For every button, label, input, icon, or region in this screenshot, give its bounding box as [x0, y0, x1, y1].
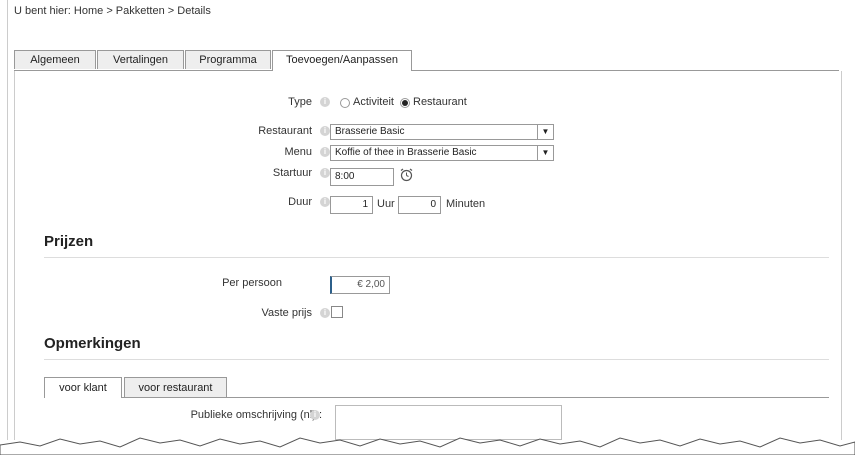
per-persoon-input[interactable]: € 2,00 — [330, 276, 390, 294]
menu-select-value: Koffie of thee in Brasserie Basic — [335, 147, 477, 158]
divider — [44, 359, 829, 360]
subtab-voor-restaurant[interactable]: voor restaurant — [124, 377, 227, 397]
tab-programma[interactable]: Programma — [185, 50, 271, 69]
info-icon: i — [320, 126, 330, 136]
radio-activiteit-label: Activiteit — [353, 96, 394, 108]
duur-minutes-input[interactable]: 0 — [398, 196, 441, 214]
duur-label: Duur — [288, 196, 312, 208]
tab-content: Type i Activiteit Restaurant Restaurant … — [14, 71, 842, 440]
startuur-input[interactable]: 8:00 — [330, 168, 394, 186]
chevron-down-icon: ▼ — [537, 125, 553, 139]
duur-minutes-unit: Minuten — [446, 198, 486, 210]
public-desc-label: Publieke omschrijving (nl) : — [190, 409, 322, 421]
alarm-clock-icon[interactable] — [400, 168, 413, 182]
breadcrumb: U bent hier: Home > Pakketten > Details — [14, 5, 211, 17]
duur-hours-input[interactable]: 1 — [330, 196, 373, 214]
main-tabs: Algemeen Vertalingen Programma Toevoegen… — [14, 50, 839, 71]
per-persoon-label: Per persoon — [222, 277, 282, 289]
info-icon: i — [320, 147, 330, 157]
chevron-down-icon: ▼ — [537, 146, 553, 160]
info-icon: i — [320, 197, 330, 207]
info-icon: i — [320, 308, 330, 318]
radio-activiteit[interactable] — [340, 98, 350, 108]
restaurant-label: Restaurant — [258, 125, 312, 137]
vaste-prijs-checkbox[interactable] — [331, 306, 343, 318]
info-icon: i — [310, 410, 320, 420]
vaste-prijs-label: Vaste prijs — [261, 307, 312, 319]
startuur-label: Startuur — [272, 167, 312, 179]
radio-restaurant-label: Restaurant — [413, 96, 467, 108]
menu-label: Menu — [284, 146, 312, 158]
type-label: Type — [288, 96, 312, 108]
radio-restaurant[interactable] — [400, 98, 410, 108]
prijzen-heading: Prijzen — [44, 233, 94, 250]
tab-algemeen[interactable]: Algemeen — [14, 50, 96, 69]
opmerkingen-heading: Opmerkingen — [44, 335, 141, 352]
restaurant-select-value: Brasserie Basic — [335, 126, 405, 137]
subtab-voor-klant[interactable]: voor klant — [44, 377, 122, 398]
restaurant-select[interactable]: Brasserie Basic ▼ — [330, 124, 554, 140]
info-icon: i — [320, 97, 330, 107]
torn-edge — [0, 437, 855, 455]
tab-toevoegen-aanpassen[interactable]: Toevoegen/Aanpassen — [272, 50, 412, 71]
info-icon: i — [320, 168, 330, 178]
menu-select[interactable]: Koffie of thee in Brasserie Basic ▼ — [330, 145, 554, 161]
tab-vertalingen[interactable]: Vertalingen — [97, 50, 184, 69]
duur-hours-unit: Uur — [377, 198, 395, 210]
remark-tabs: voor klant voor restaurant — [44, 377, 829, 398]
divider — [44, 257, 829, 258]
